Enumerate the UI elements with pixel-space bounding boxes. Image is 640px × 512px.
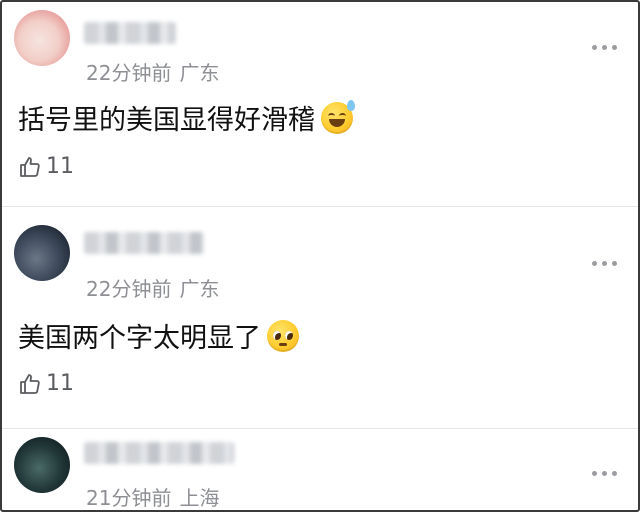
avatar[interactable] xyxy=(14,437,70,493)
comment-meta: 22分钟前 广东 xyxy=(86,273,219,302)
divider xyxy=(2,206,638,207)
comment-location: 上海 xyxy=(179,486,220,510)
comment-text-row: 括号里的美国显得好滑稽 xyxy=(18,98,355,137)
like-count: 11 xyxy=(46,371,74,396)
like-count: 11 xyxy=(46,154,74,179)
more-options-icon[interactable] xyxy=(592,44,620,52)
comment-meta: 21分钟前 上海 xyxy=(86,482,220,510)
comment-list: 22分钟前 广东 括号里的美国显得好滑稽 11 22分钟前 广东 美国两个字太明显了 xyxy=(0,0,640,512)
grinning-sweat-emoji-icon xyxy=(321,99,355,134)
comment-text: 括号里的美国显得好滑稽 xyxy=(18,105,315,136)
comment-time: 22分钟前 xyxy=(86,61,172,85)
like-button[interactable]: 11 xyxy=(18,154,74,179)
avatar[interactable] xyxy=(14,225,70,281)
like-button[interactable]: 11 xyxy=(18,371,74,396)
thumbs-up-icon xyxy=(20,156,40,177)
comment-text-row: 美国两个字太明显了 xyxy=(18,316,299,355)
comment-item: 22分钟前 广东 括号里的美国显得好滑稽 11 xyxy=(2,2,638,206)
more-options-icon[interactable] xyxy=(592,260,620,268)
thumbs-up-icon xyxy=(20,373,40,394)
comment-location: 广东 xyxy=(179,277,220,301)
more-options-icon[interactable] xyxy=(592,470,620,478)
pleading-face-emoji-icon xyxy=(267,319,299,352)
comment-item: 21分钟前 上海 xyxy=(2,430,638,510)
divider xyxy=(2,428,638,429)
username-blurred[interactable] xyxy=(84,22,176,44)
username-blurred[interactable] xyxy=(84,232,204,254)
comment-time: 22分钟前 xyxy=(86,277,172,301)
username-blurred[interactable] xyxy=(84,442,234,464)
comment-text: 美国两个字太明显了 xyxy=(18,323,261,354)
comment-time: 21分钟前 xyxy=(86,486,172,510)
avatar[interactable] xyxy=(14,10,70,66)
comment-meta: 22分钟前 广东 xyxy=(86,57,219,86)
comment-item: 22分钟前 广东 美国两个字太明显了 11 xyxy=(2,208,638,428)
comment-location: 广东 xyxy=(179,61,220,85)
